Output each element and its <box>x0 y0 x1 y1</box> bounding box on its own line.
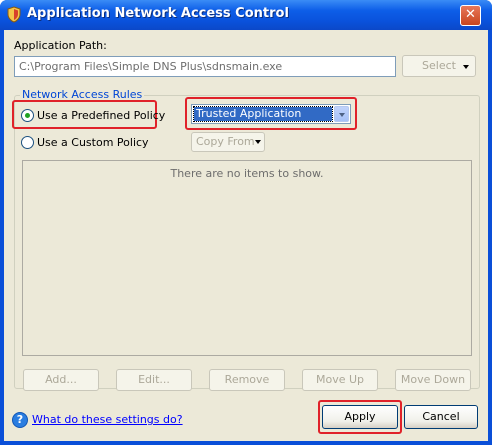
radio-selected-dot <box>25 113 30 118</box>
policy-selected-value: Trusted Application <box>193 106 333 122</box>
dialog-window: Application Network Access Control ✕ App… <box>0 0 492 445</box>
custom-policy-radio[interactable] <box>21 136 34 149</box>
add-button[interactable]: Add... <box>23 369 99 391</box>
move-up-button[interactable]: Move Up <box>302 369 378 391</box>
empty-list-message: There are no items to show. <box>170 167 324 180</box>
window-title: Application Network Access Control <box>27 6 289 21</box>
shield-icon <box>7 6 21 23</box>
select-button[interactable]: Select <box>402 55 476 77</box>
help-icon[interactable]: ? <box>12 412 28 428</box>
chevron-down-icon <box>463 65 469 69</box>
chevron-down-icon <box>255 140 261 144</box>
title-bar[interactable]: Application Network Access Control ✕ <box>0 0 492 30</box>
custom-policy-label[interactable]: Use a Custom Policy <box>37 136 149 149</box>
close-icon: ✕ <box>465 7 476 22</box>
rules-list[interactable]: There are no items to show. <box>22 160 472 356</box>
move-down-button[interactable]: Move Down <box>395 369 471 391</box>
application-path-field: C:\Program Files\Simple DNS Plus\sdnsmai… <box>14 56 396 77</box>
predefined-policy-radio[interactable] <box>21 109 34 122</box>
help-link[interactable]: What do these settings do? <box>32 413 183 426</box>
remove-button[interactable]: Remove <box>209 369 285 391</box>
close-button[interactable]: ✕ <box>460 5 481 26</box>
chevron-down-icon <box>339 113 345 117</box>
predefined-policy-label[interactable]: Use a Predefined Policy <box>37 109 165 122</box>
edit-button[interactable]: Edit... <box>116 369 192 391</box>
copy-from-label: Copy From <box>196 135 255 148</box>
cancel-button[interactable]: Cancel <box>404 405 478 429</box>
select-button-label: Select <box>422 59 456 72</box>
predefined-policy-dropdown[interactable]: Trusted Application <box>191 104 351 124</box>
dropdown-arrow-button[interactable] <box>334 106 349 122</box>
apply-button[interactable]: Apply <box>322 405 398 429</box>
application-path-label: Application Path: <box>14 39 107 52</box>
copy-from-button[interactable]: Copy From <box>191 132 265 152</box>
dialog-client: Application Path: C:\Program Files\Simpl… <box>4 30 488 441</box>
